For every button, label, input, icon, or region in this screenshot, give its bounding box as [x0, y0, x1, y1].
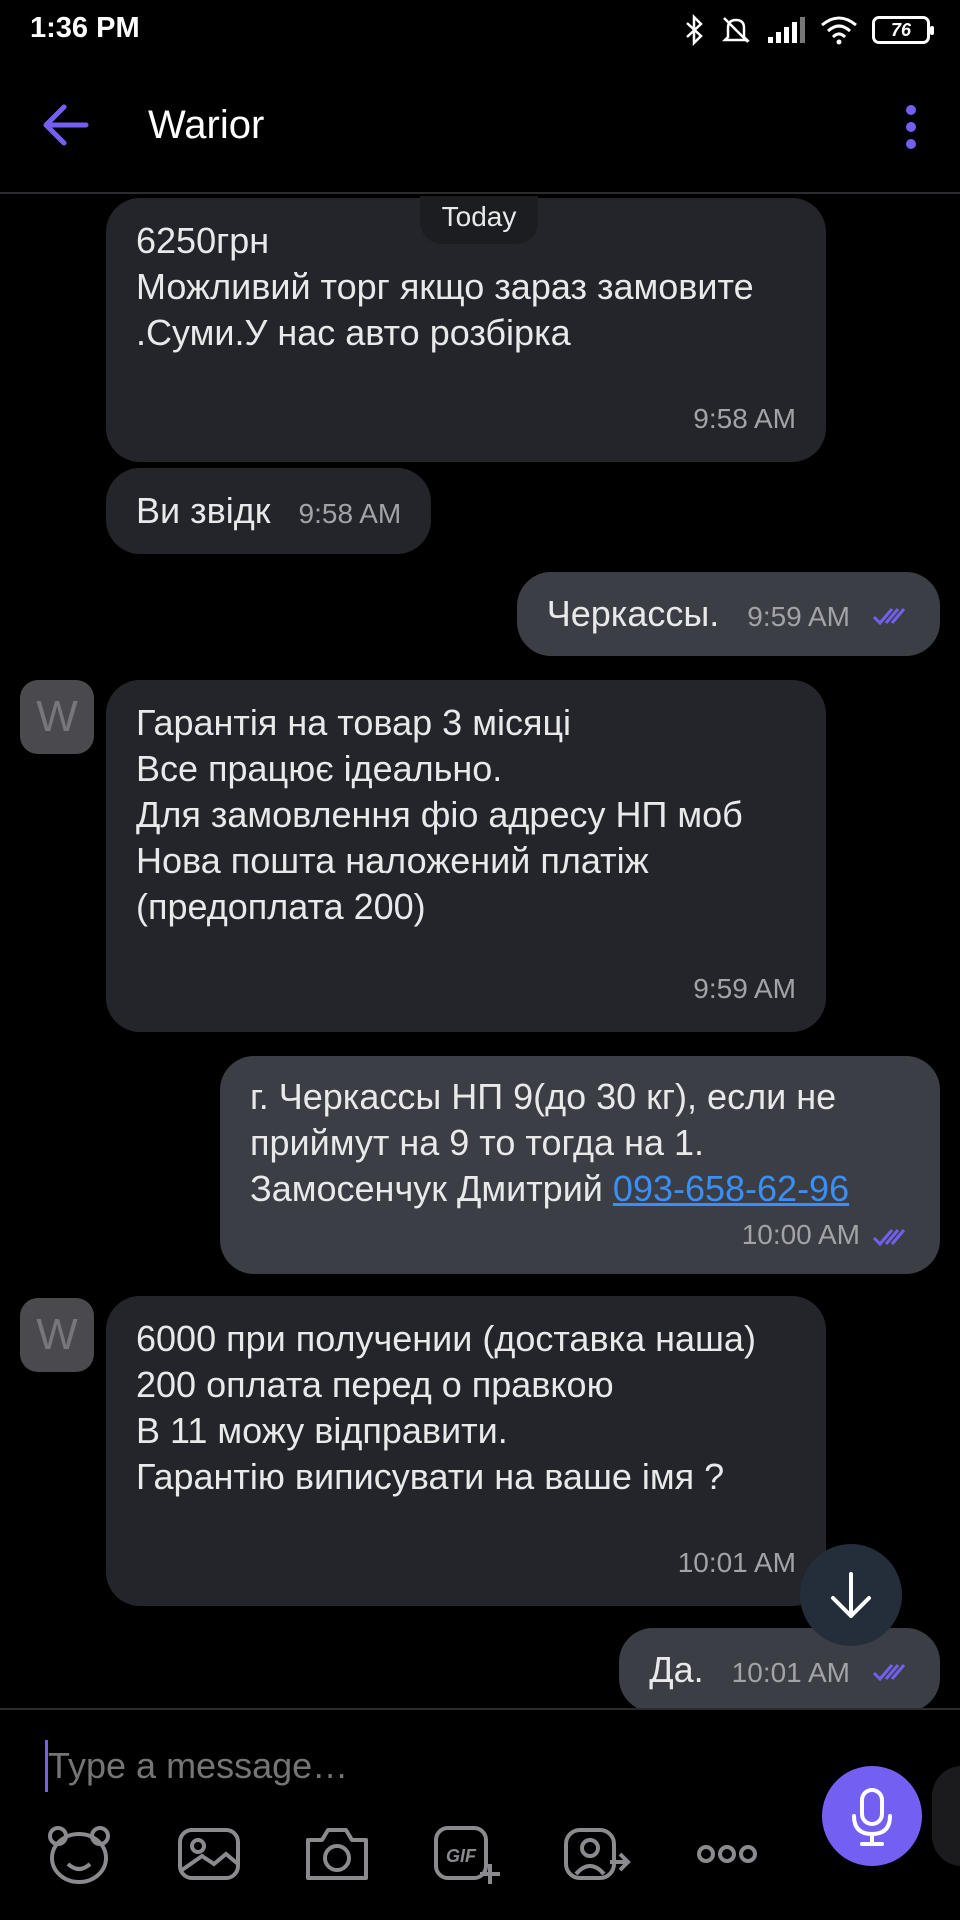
- message-bubble-outgoing[interactable]: г. Черкассы НП 9(до 30 кг), если не прий…: [220, 1056, 940, 1274]
- read-checkmarks-icon: [872, 1228, 906, 1246]
- status-time: 1:36 PM: [30, 12, 140, 44]
- battery-indicator: 76: [872, 16, 934, 44]
- message-timestamp: 10:01 AM: [677, 1547, 796, 1578]
- message-text: г. Черкассы НП 9(до 30 кг), если не прий…: [250, 1074, 910, 1212]
- message-timestamp-row: 10:00 AM: [742, 1212, 910, 1258]
- message-timestamp: 10:01 AM: [731, 1657, 850, 1688]
- read-checkmarks-icon: [872, 608, 906, 626]
- message-bubble-incoming[interactable]: Гарантія на товар 3 місяці Все працює ід…: [106, 680, 826, 1032]
- message-bubble-incoming[interactable]: Ви звідк 9:58 AM: [106, 468, 432, 554]
- message-bubble-incoming[interactable]: 6000 при получении (доставка наша) 200 о…: [106, 1296, 826, 1606]
- message-text: Черкассы.: [546, 593, 720, 634]
- wifi-icon: [821, 16, 857, 45]
- message-timestamp: 9:58 AM: [693, 403, 796, 434]
- gif-icon[interactable]: GIF: [432, 1822, 502, 1886]
- more-options-icon[interactable]: [692, 1822, 762, 1886]
- microphone-icon: [852, 1788, 892, 1846]
- sticker-icon[interactable]: [44, 1822, 114, 1886]
- message-timestamp: 9:58 AM: [298, 498, 402, 529]
- more-vertical-icon[interactable]: [898, 102, 924, 152]
- scroll-to-bottom-button[interactable]: [800, 1544, 902, 1646]
- date-divider: Today: [420, 196, 538, 244]
- contact-avatar[interactable]: W: [20, 1298, 94, 1372]
- read-checkmarks-icon: [872, 1664, 906, 1682]
- bluetooth-icon: [686, 14, 703, 46]
- back-arrow-icon[interactable]: [40, 102, 90, 148]
- message-text: 6000 при получении (доставка наша) 200 о…: [136, 1318, 756, 1497]
- message-list[interactable]: 6250грн Можливий торг якщо зараз замовит…: [0, 196, 960, 1708]
- status-bar: 1:36 PM 76: [0, 0, 960, 58]
- mute-bell-icon: [721, 17, 751, 43]
- message-timestamp: 10:00 AM: [741, 1219, 860, 1250]
- status-icons: 76: [684, 10, 934, 50]
- battery-level: 76: [890, 19, 912, 40]
- phone-link[interactable]: 093-658-62-96: [613, 1168, 849, 1209]
- voice-message-button[interactable]: [822, 1766, 922, 1866]
- gallery-icon[interactable]: [174, 1822, 244, 1886]
- contact-name[interactable]: Warior: [148, 103, 264, 148]
- svg-text:GIF: GIF: [446, 1846, 477, 1866]
- message-text: Да.: [649, 1649, 704, 1690]
- message-text: Гарантія на товар 3 місяці Все працює ід…: [136, 702, 743, 927]
- camera-icon[interactable]: [302, 1822, 372, 1886]
- chat-header: Warior: [0, 58, 960, 194]
- arrow-down-icon: [831, 1572, 871, 1618]
- message-bubble-outgoing[interactable]: Черкассы. 9:59 AM: [516, 572, 940, 656]
- signal-icon: [768, 17, 805, 43]
- message-timestamp: 9:59 AM: [747, 601, 850, 632]
- message-input[interactable]: [46, 1740, 806, 1792]
- message-text: Ви звідк: [136, 490, 271, 531]
- message-timestamp: 9:59 AM: [693, 973, 796, 1004]
- share-contact-icon[interactable]: [562, 1822, 632, 1886]
- message-composer: GIF: [0, 1708, 960, 1920]
- contact-avatar[interactable]: W: [20, 680, 94, 754]
- secondary-action-button[interactable]: [932, 1766, 960, 1866]
